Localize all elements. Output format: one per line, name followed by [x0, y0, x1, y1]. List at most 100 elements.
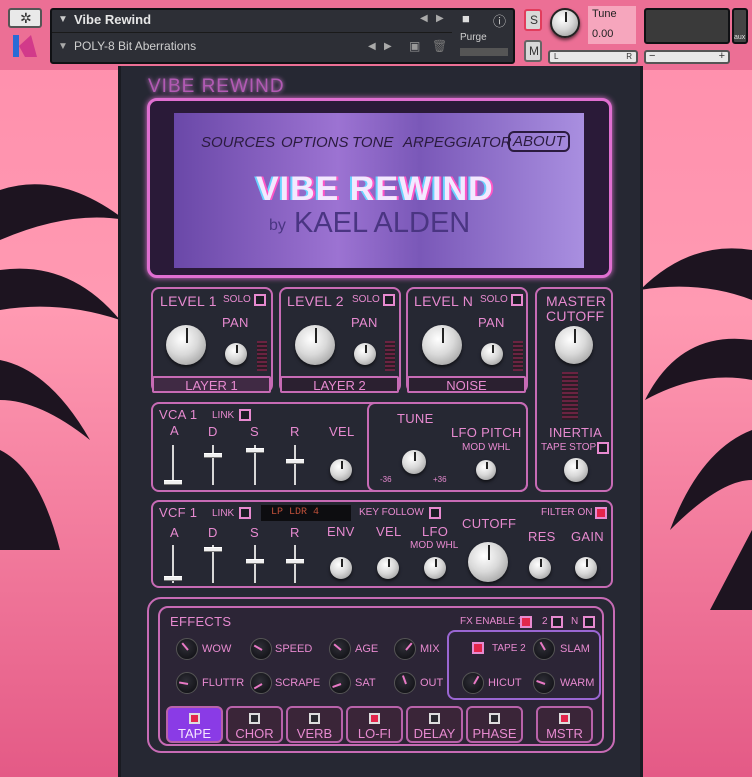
fx-tab-lofi-label: LO-FI: [357, 726, 392, 741]
prev-instrument-icon[interactable]: ◀: [420, 13, 428, 24]
vca-decay-slider[interactable]: [212, 445, 214, 485]
vca-vel-knob[interactable]: [330, 459, 352, 481]
layer-n-level-label: LEVEL N: [414, 293, 474, 309]
next-preset-icon[interactable]: ▶: [384, 41, 392, 52]
fx-enable-2-checkbox[interactable]: [551, 616, 563, 628]
res-knob[interactable]: [529, 557, 551, 579]
scrape-knob[interactable]: [250, 672, 272, 694]
mute-button[interactable]: M: [524, 40, 542, 62]
vcf-mode-display[interactable]: LP LDR 4: [261, 505, 351, 521]
preset-name[interactable]: POLY-8 Bit Aberrations: [74, 39, 196, 53]
sat-knob[interactable]: [329, 672, 351, 694]
cutoff-knob[interactable]: [468, 542, 508, 582]
tune-knob-panel[interactable]: [402, 450, 426, 474]
wow-knob[interactable]: [176, 638, 198, 660]
vca-title: VCA 1: [159, 407, 198, 422]
inertia-knob[interactable]: [564, 458, 588, 482]
vcf-sustain-handle[interactable]: [246, 559, 264, 564]
fx-enable-1-label: FX ENABLE 1: [460, 616, 524, 627]
pan-slider[interactable]: L R: [548, 50, 638, 64]
fx-tab-mstr[interactable]: MSTR: [536, 706, 593, 743]
fx-tab-delay[interactable]: DELAY: [406, 706, 463, 743]
aux-button[interactable]: aux: [732, 8, 748, 44]
fx-tab-tape[interactable]: TAPE: [166, 706, 223, 743]
collapse-icon[interactable]: ▼: [58, 14, 68, 25]
layer-1-solo-label: SOLO: [223, 294, 251, 305]
key-follow-checkbox[interactable]: [429, 507, 441, 519]
mix-knob[interactable]: [394, 638, 416, 660]
purge-dropdown[interactable]: Purge: [460, 32, 487, 43]
layer-1-pan-knob[interactable]: [225, 343, 247, 365]
vcf-lfo-knob[interactable]: [424, 557, 446, 579]
layer-1-level-knob[interactable]: [166, 325, 206, 365]
layer-2-pan-knob[interactable]: [354, 343, 376, 365]
lfo-pitch-modwhl-label: MOD WHL: [462, 442, 511, 453]
volume-plus[interactable]: +: [719, 50, 725, 62]
vcf-release-slider[interactable]: [294, 545, 296, 583]
vcf-decay-handle[interactable]: [204, 547, 222, 552]
instrument-name[interactable]: Vibe Rewind: [74, 12, 151, 27]
fx-tab-chor-led: [249, 713, 260, 724]
nav-tab-about[interactable]: ABOUT: [508, 131, 570, 152]
nav-tab-options[interactable]: OPTIONS: [281, 134, 349, 151]
vca-release-slider[interactable]: [294, 445, 296, 485]
vca-link-checkbox[interactable]: [239, 409, 251, 421]
layer-2-level-knob[interactable]: [295, 325, 335, 365]
slam-knob[interactable]: [533, 638, 555, 660]
nav-tab-tone[interactable]: TONE: [352, 134, 393, 151]
volume-minus[interactable]: −: [649, 50, 655, 62]
tune-knob[interactable]: [550, 8, 580, 38]
lfo-pitch-knob[interactable]: [476, 460, 496, 480]
layer-1-solo-checkbox[interactable]: [254, 294, 266, 306]
vca-decay-handle[interactable]: [204, 453, 222, 458]
filter-on-checkbox[interactable]: [595, 507, 607, 519]
vcf-attack-handle[interactable]: [164, 576, 182, 581]
nav-tab-arpeggiator[interactable]: ARPEGGIATOR: [403, 134, 512, 151]
tune-max-label: +36: [433, 475, 447, 484]
delete-icon[interactable]: 🗑: [432, 39, 447, 53]
fx-tab-phase-label: PHASE: [472, 726, 517, 741]
gain-label: GAIN: [571, 529, 604, 544]
gain-knob[interactable]: [575, 557, 597, 579]
master-cutoff-knob[interactable]: [555, 326, 593, 364]
fx-tab-chor[interactable]: CHOR: [226, 706, 283, 743]
save-icon[interactable]: ▣: [409, 39, 420, 53]
vca-attack-slider[interactable]: [172, 445, 174, 485]
fx-tab-verb[interactable]: VERB: [286, 706, 343, 743]
camera-icon[interactable]: ■: [462, 11, 470, 26]
fx-tab-phase[interactable]: PHASE: [466, 706, 523, 743]
layer-2-solo-checkbox[interactable]: [383, 294, 395, 306]
info-icon[interactable]: ⓘ: [493, 11, 506, 30]
vcf-link-checkbox[interactable]: [239, 507, 251, 519]
settings-button[interactable]: ✲: [8, 8, 42, 28]
fx-enable-n-checkbox[interactable]: [583, 616, 595, 628]
hicut-knob[interactable]: [462, 672, 484, 694]
next-instrument-icon[interactable]: ▶: [436, 13, 444, 24]
layer-n-solo-checkbox[interactable]: [511, 294, 523, 306]
age-knob[interactable]: [329, 638, 351, 660]
vcf-env-knob[interactable]: [330, 557, 352, 579]
purge-meter: [460, 48, 508, 56]
prev-preset-icon[interactable]: ◀: [368, 41, 376, 52]
speed-knob[interactable]: [250, 638, 272, 660]
nav-tab-sources[interactable]: SOURCES: [201, 134, 275, 151]
warm-knob[interactable]: [533, 672, 555, 694]
vca-sustain-handle[interactable]: [246, 448, 264, 453]
vcf-release-handle[interactable]: [286, 559, 304, 564]
fluttr-knob[interactable]: [176, 672, 198, 694]
vca-release-handle[interactable]: [286, 459, 304, 464]
fx-tab-lofi[interactable]: LO-FI: [346, 706, 403, 743]
layer-n-level-knob[interactable]: [422, 325, 462, 365]
volume-slider[interactable]: − +: [644, 50, 730, 64]
layer-n-pan-knob[interactable]: [481, 343, 503, 365]
solo-button[interactable]: S: [524, 9, 542, 31]
tape-stop-checkbox[interactable]: [597, 442, 609, 454]
out-knob[interactable]: [394, 672, 416, 694]
vcf-vel-knob[interactable]: [377, 557, 399, 579]
vca-attack-handle[interactable]: [164, 480, 182, 485]
vcf-sustain-slider[interactable]: [254, 545, 256, 583]
preset-collapse-icon[interactable]: ▼: [58, 41, 68, 52]
fx-enable-1-checkbox[interactable]: [520, 616, 532, 628]
mix-label: MIX: [420, 643, 440, 655]
tape2-checkbox[interactable]: [472, 642, 484, 654]
